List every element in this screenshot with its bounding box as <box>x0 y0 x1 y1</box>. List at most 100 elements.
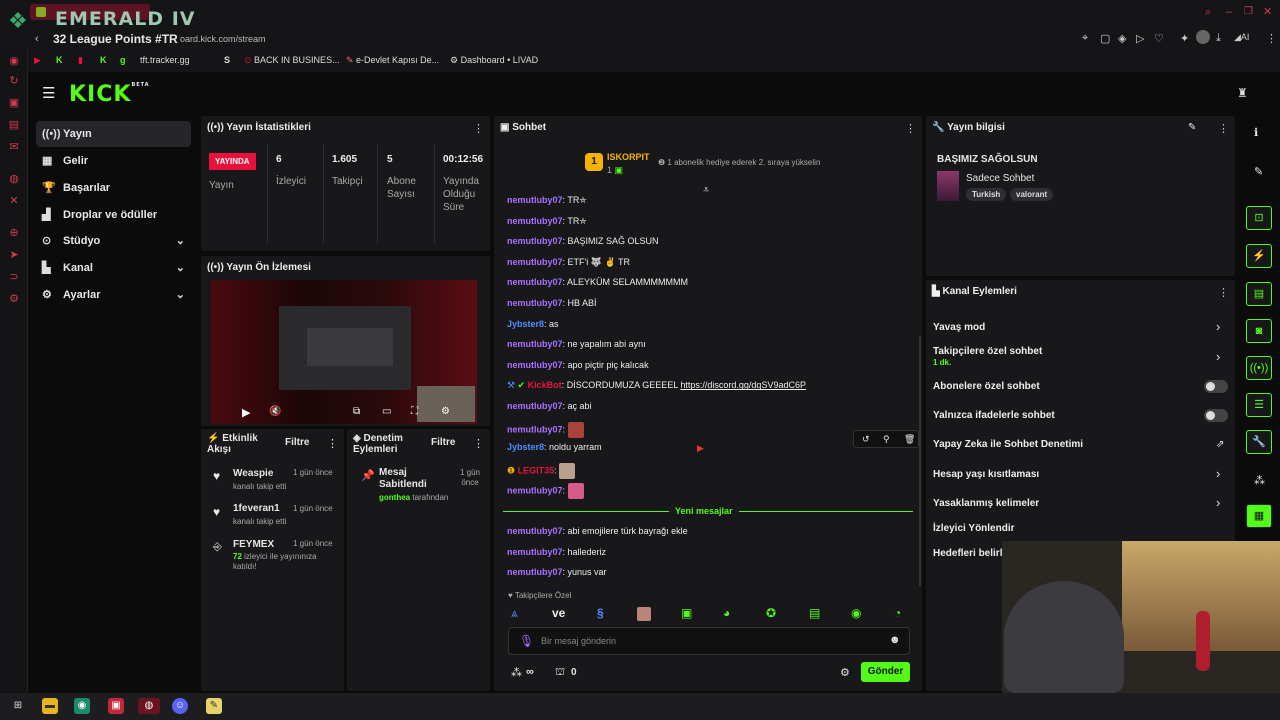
moderation-menu-icon[interactable]: ⋮ <box>473 437 484 450</box>
bookmark-kick2-icon[interactable]: K <box>100 55 107 65</box>
app-red-icon[interactable]: ▣ <box>108 698 124 714</box>
discord-icon[interactable]: ☺ <box>172 698 188 714</box>
chat-username[interactable]: nemutluby07 <box>507 216 563 226</box>
chat-username[interactable]: nemutluby07 <box>507 401 563 411</box>
rail-send-icon[interactable]: ➤ <box>7 248 21 262</box>
shield-icon[interactable]: ◈ <box>1118 32 1126 45</box>
gifter-name[interactable]: ISKORPIT <box>607 152 650 162</box>
pip-icon[interactable]: ⧉ <box>353 406 360 417</box>
chevron-right-icon[interactable]: › <box>1216 349 1220 364</box>
chat-username[interactable]: nemutluby07 <box>507 298 563 308</box>
app-green-icon[interactable]: ◉ <box>74 698 90 714</box>
tag-turkish[interactable]: Turkish <box>966 188 1007 201</box>
emote-ve[interactable]: ve <box>552 606 565 620</box>
play-icon[interactable]: ▷ <box>1136 32 1144 45</box>
nav-item-drops[interactable]: ▟ Droplar ve ödüller <box>36 202 191 228</box>
bookmark-s[interactable]: S <box>224 55 230 65</box>
channel-actions-menu-icon[interactable]: ⋮ <box>1218 286 1229 299</box>
rail-home-icon[interactable]: ◉ <box>7 54 21 68</box>
profile-avatar[interactable] <box>1196 30 1210 44</box>
moderation-filter-button[interactable]: Filtre <box>431 437 455 448</box>
chevron-right-icon[interactable]: › <box>1216 466 1220 481</box>
bookmark-back-in-business[interactable]: ⊙ BACK IN BUSINES... <box>244 55 340 66</box>
browser-menu-icon[interactable]: ⋮ <box>1266 32 1277 45</box>
nav-item-stream[interactable]: ((•)) Yayın <box>36 121 191 147</box>
minimize-icon[interactable]: – <box>1226 6 1232 18</box>
nav-item-channel[interactable]: ▙ Kanal ⌄ <box>36 255 191 281</box>
nav-item-achievements[interactable]: 🏆 Başarılar <box>36 175 191 201</box>
rail-history-icon[interactable]: ↻ <box>7 74 21 88</box>
lightning-button[interactable]: ⚡ <box>1246 244 1272 268</box>
broadcast-button[interactable]: ((•)) <box>1246 356 1272 380</box>
chat-username[interactable]: KickBot <box>528 380 562 390</box>
emote-kick6-icon[interactable]: ◔ <box>894 606 901 620</box>
emote-face-icon[interactable] <box>637 606 651 621</box>
rail-add-icon[interactable]: ⊕ <box>7 226 21 240</box>
store-icon[interactable]: ⛫ <box>555 666 565 680</box>
chat-username[interactable]: LEGIT35 <box>518 465 555 475</box>
hamburger-menu-icon[interactable]: ☰ <box>42 84 55 102</box>
tools-button[interactable]: 🔧 <box>1246 430 1272 454</box>
emote-s-icon[interactable]: § <box>597 606 604 620</box>
stats-menu-icon[interactable]: ⋮ <box>473 122 484 135</box>
mute-icon[interactable]: 🔇 <box>269 406 281 417</box>
kick-logo[interactable]: KICKBETA <box>69 82 150 107</box>
external-link-icon[interactable]: ⇗ <box>1216 439 1224 450</box>
fullscreen-icon[interactable]: ⛶ <box>411 406 418 417</box>
download-icon[interactable]: ⤓ <box>1216 32 1221 45</box>
chat-username[interactable]: nemutluby07 <box>507 277 563 287</box>
bookmark-g[interactable]: g <box>120 55 126 65</box>
user-avatar-icon[interactable]: ♜ <box>1237 86 1248 100</box>
player-settings-icon[interactable]: ⚙ <box>441 406 450 417</box>
chat-link[interactable]: https://discord.gg/dqSV9adC6P <box>680 380 806 390</box>
ai-icon[interactable]: ◢AI <box>1234 32 1249 43</box>
share-icon[interactable]: ⁂ <box>1254 474 1265 487</box>
nav-item-revenue[interactable]: ▦ Gelir <box>36 148 191 174</box>
bookmark-red-icon[interactable]: ▮ <box>78 55 83 66</box>
set-goals-label[interactable]: Hedefleri belirle <box>933 548 1008 559</box>
chat-username[interactable]: nemutluby07 <box>507 526 563 536</box>
stream-info-menu-icon[interactable]: ⋮ <box>1218 122 1229 135</box>
pencil-icon[interactable]: ✎ <box>1254 165 1263 178</box>
chat-popout-button[interactable]: ◙ <box>1246 319 1272 343</box>
bookmark-youtube-icon[interactable]: ▶ <box>34 55 41 66</box>
chat-username[interactable]: Jybster8 <box>507 319 544 329</box>
layout-button[interactable]: ☰ <box>1246 393 1272 417</box>
info-icon[interactable]: ℹ <box>1254 126 1258 139</box>
preview-video[interactable] <box>211 280 477 424</box>
chevron-right-icon[interactable]: › <box>1216 319 1220 334</box>
chat-username[interactable]: nemutluby07 <box>507 424 563 434</box>
bookmark-kick-icon[interactable]: K <box>56 55 63 65</box>
mic-icon[interactable]: 🎙 <box>519 634 534 648</box>
chat-username[interactable]: nemutluby07 <box>507 195 563 205</box>
scroll-down-icon[interactable]: ⩡ <box>703 184 709 197</box>
emote-only-toggle[interactable] <box>1204 409 1228 422</box>
nav-item-studio[interactable]: ⊙ Stüdyo ⌄ <box>36 228 191 254</box>
points-icon[interactable]: ⁂ <box>511 666 522 679</box>
emoji-icon[interactable]: ☻ <box>889 634 901 646</box>
back-icon[interactable]: ‹ <box>35 33 39 45</box>
notes-button[interactable]: ▤ <box>1246 282 1272 306</box>
rail-chat-icon[interactable]: ▤ <box>7 118 21 132</box>
bookmark-dashboard[interactable]: ⚙ Dashboard • LIVAD <box>450 55 538 66</box>
delete-icon[interactable]: 🗑 <box>904 434 915 445</box>
media-button[interactable]: ▦ <box>1246 504 1272 528</box>
moderator-name[interactable]: gonthea <box>379 493 410 502</box>
nav-item-settings[interactable]: ⚙ Ayarlar ⌄ <box>36 282 191 308</box>
pin-message-icon[interactable]: ⚲ <box>883 434 890 445</box>
chat-username[interactable]: nemutluby07 <box>507 567 563 577</box>
category-name[interactable]: Sadece Sohbet <box>966 173 1034 184</box>
rail-bag-icon[interactable]: ▣ <box>7 96 21 110</box>
emote-kick1-icon[interactable]: ▣ <box>681 606 692 620</box>
notes-app-icon[interactable]: ✎ <box>206 698 222 714</box>
play-icon[interactable]: ▶ <box>242 406 250 419</box>
extensions-icon[interactable]: ✦ <box>1180 32 1189 45</box>
rail-x-icon[interactable]: ✕ <box>7 194 21 208</box>
activity-menu-icon[interactable]: ⋮ <box>327 437 338 450</box>
edit-icon[interactable]: ✎ <box>1188 122 1196 133</box>
url-field[interactable]: oard.kick.com/stream <box>180 34 266 44</box>
tag-valorant[interactable]: valorant <box>1010 188 1054 201</box>
emote-a-icon[interactable]: ⩓ <box>511 606 518 621</box>
rail-mail-icon[interactable]: ✉ <box>7 140 21 154</box>
chat-input[interactable]: 🎙 Bir mesaj gönderin ☻ <box>508 627 910 655</box>
